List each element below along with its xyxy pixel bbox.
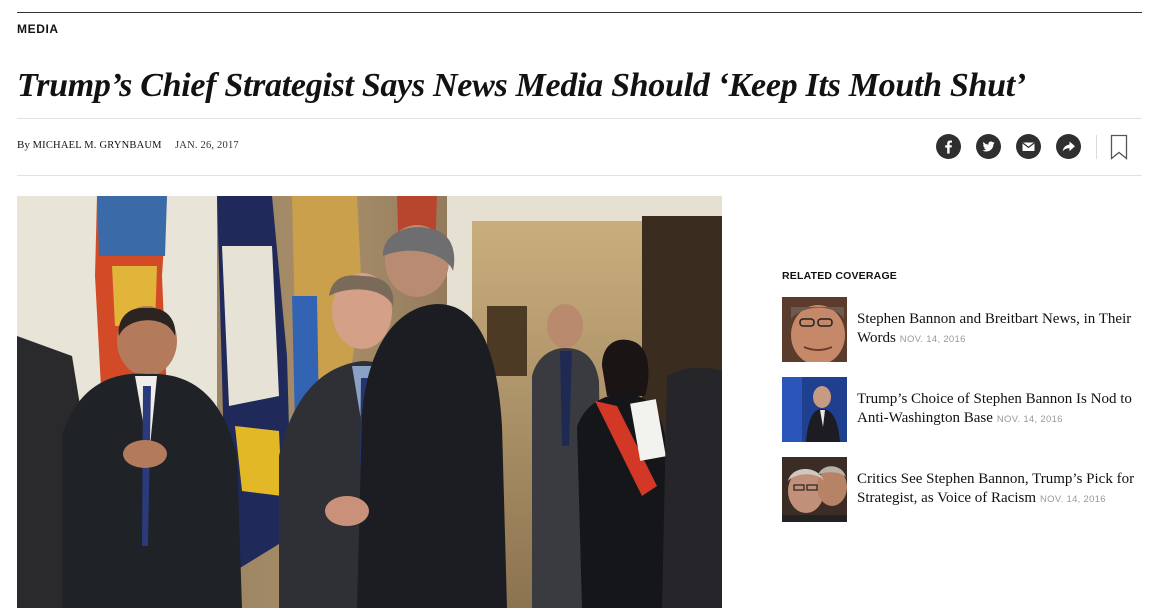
share-icon xyxy=(1062,141,1075,152)
facebook-icon xyxy=(945,140,952,154)
related-title: Stephen Bannon and Breitbart News, in Th… xyxy=(857,311,1132,346)
related-coverage-title: RELATED COVERAGE xyxy=(782,270,898,282)
related-date: NOV. 14, 2016 xyxy=(996,414,1063,425)
related-item[interactable]: Trump’s Choice of Stephen Bannon Is Nod … xyxy=(782,377,1152,443)
related-headline: Critics See Stephen Bannon, Trump’s Pick… xyxy=(857,470,1147,509)
related-headline: Stephen Bannon and Breitbart News, in Th… xyxy=(857,310,1147,349)
divider xyxy=(17,118,1142,119)
save-bookmark-button[interactable] xyxy=(1110,134,1128,160)
twitter-share-button[interactable] xyxy=(976,134,1001,159)
author-name[interactable]: MICHAEL M. GRYNBAUM xyxy=(33,140,162,151)
byline: By MICHAEL M. GRYNBAUM xyxy=(17,139,162,151)
hero-photo[interactable] xyxy=(17,196,722,608)
related-date: NOV. 14, 2016 xyxy=(899,334,966,345)
related-item[interactable]: Critics See Stephen Bannon, Trump’s Pick… xyxy=(782,457,1152,523)
thumbnail-image xyxy=(782,377,847,442)
byline-prefix: By xyxy=(17,139,30,151)
thumbnail-image xyxy=(782,297,847,362)
divider xyxy=(17,175,1142,176)
bookmark-icon xyxy=(1110,134,1128,160)
top-rule xyxy=(17,12,1142,13)
email-share-button[interactable] xyxy=(1016,134,1041,159)
email-icon xyxy=(1022,142,1035,151)
facebook-share-button[interactable] xyxy=(936,134,961,159)
publish-date: JAN. 26, 2017 xyxy=(175,140,239,151)
share-divider xyxy=(1096,135,1097,159)
more-share-button[interactable] xyxy=(1056,134,1081,159)
related-thumbnail xyxy=(782,297,847,362)
headline: Trump’s Chief Strategist Says News Media… xyxy=(17,67,1026,104)
thumbnail-image xyxy=(782,457,847,522)
related-title: Trump’s Choice of Stephen Bannon Is Nod … xyxy=(857,391,1132,426)
twitter-icon xyxy=(982,141,995,152)
related-headline: Trump’s Choice of Stephen Bannon Is Nod … xyxy=(857,390,1147,429)
related-item[interactable]: Stephen Bannon and Breitbart News, in Th… xyxy=(782,297,1152,363)
section-label[interactable]: MEDIA xyxy=(17,22,59,36)
related-thumbnail xyxy=(782,457,847,522)
related-date: NOV. 14, 2016 xyxy=(1040,494,1106,505)
related-thumbnail xyxy=(782,377,847,442)
photo-illustration xyxy=(17,196,722,608)
